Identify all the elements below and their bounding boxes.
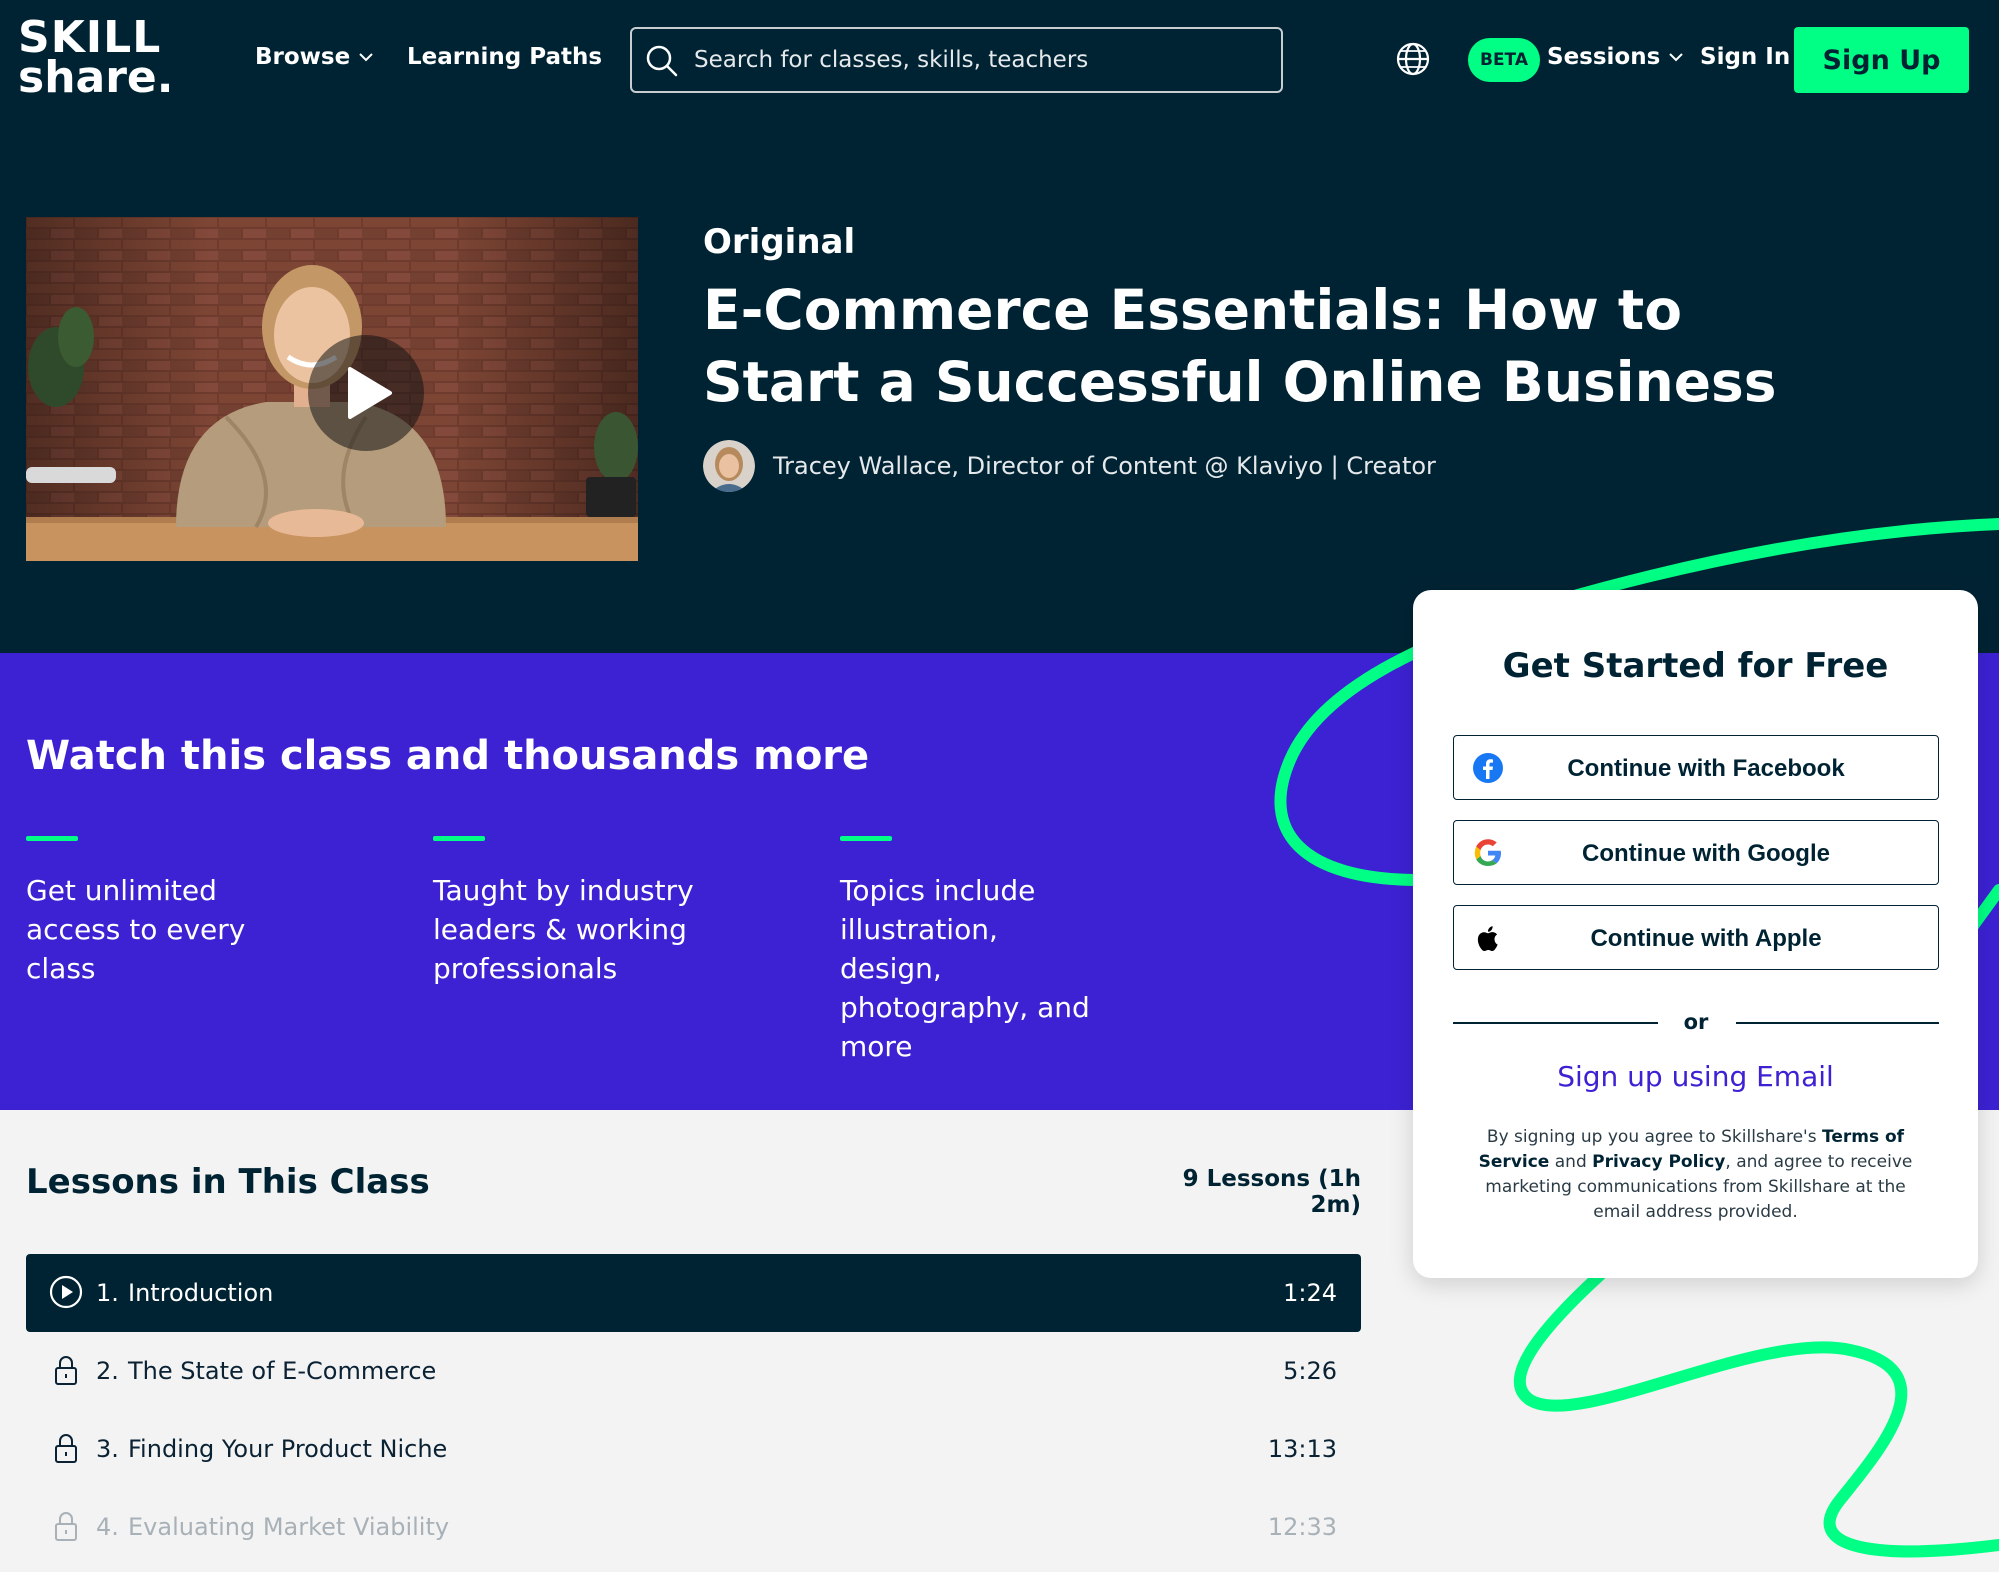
lesson-name: Finding Your Product Niche xyxy=(128,1435,448,1463)
chevron-down-icon xyxy=(359,53,373,62)
feature-item: Get unlimited access to every class xyxy=(26,836,356,988)
lesson-duration: 5:26 xyxy=(1283,1357,1337,1385)
legal-and: and xyxy=(1549,1152,1593,1172)
sessions-menu[interactable]: Sessions xyxy=(1547,44,1684,70)
sign-in-link[interactable]: Sign In xyxy=(1700,44,1790,70)
feature-item: Topics include illustration, design, pho… xyxy=(840,836,1170,1066)
search-icon xyxy=(646,45,678,77)
feature-accent-bar xyxy=(433,836,485,841)
lock-icon xyxy=(55,1512,77,1541)
feature-text: Taught by industry leaders & working pro… xyxy=(433,874,694,985)
class-title: E-Commerce Essentials: How to Start a Su… xyxy=(703,278,1777,414)
lesson-row[interactable]: 3. Finding Your Product Niche 13:13 xyxy=(26,1410,1361,1488)
lesson-row[interactable]: 4. Evaluating Market Viability 12:33 xyxy=(26,1488,1361,1566)
lesson-name: The State of E-Commerce xyxy=(128,1357,437,1385)
teacher-avatar[interactable] xyxy=(703,440,755,492)
lessons-title: Lessons in This Class xyxy=(26,1162,430,1202)
continue-with-apple-button[interactable]: Continue with Apple xyxy=(1453,905,1939,970)
learning-paths-link[interactable]: Learning Paths xyxy=(407,44,602,70)
sign-up-with-email-link[interactable]: Sign up using Email xyxy=(1413,1060,1978,1093)
lesson-duration: 13:13 xyxy=(1267,1435,1337,1463)
feature-text: Get unlimited access to every class xyxy=(26,874,246,985)
or-divider: or xyxy=(1453,1010,1939,1034)
play-video-button[interactable] xyxy=(308,335,424,451)
google-button-label: Continue with Google xyxy=(1582,840,1830,867)
lesson-row[interactable]: 2. The State of E-Commerce 5:26 xyxy=(26,1332,1361,1410)
globe-icon[interactable] xyxy=(1394,40,1432,78)
class-trailer-video[interactable] xyxy=(26,217,638,561)
signup-card: Get Started for Free Continue with Faceb… xyxy=(1413,590,1978,1278)
search-box[interactable] xyxy=(630,27,1283,93)
play-icon xyxy=(348,367,392,419)
feature-text: Topics include illustration, design, pho… xyxy=(840,874,1090,1063)
feature-accent-bar xyxy=(26,836,78,841)
play-circle-icon xyxy=(49,1275,83,1309)
sessions-label: Sessions xyxy=(1547,44,1661,70)
lesson-duration: 1:24 xyxy=(1283,1279,1337,1307)
lesson-number: 3. xyxy=(96,1435,119,1463)
lesson-number: 1. xyxy=(96,1279,119,1307)
privacy-policy-link[interactable]: Privacy Policy xyxy=(1592,1152,1725,1172)
sign-up-button[interactable]: Sign Up xyxy=(1794,27,1969,93)
logo-text-line2: share. xyxy=(18,52,174,103)
browse-label: Browse xyxy=(255,44,351,70)
lock-icon xyxy=(55,1356,77,1385)
chevron-down-icon xyxy=(1669,53,1684,62)
original-label: Original xyxy=(703,222,856,262)
skillshare-logo[interactable]: SKILL share. xyxy=(18,16,193,108)
lesson-name: Evaluating Market Viability xyxy=(128,1513,450,1541)
continue-with-google-button[interactable]: Continue with Google xyxy=(1453,820,1939,885)
lock-icon xyxy=(55,1434,77,1463)
teacher-name[interactable]: Tracey Wallace, Director of Content @ Kl… xyxy=(773,452,1436,480)
search-input[interactable] xyxy=(694,29,1274,91)
signup-card-title: Get Started for Free xyxy=(1502,646,1889,686)
facebook-button-label: Continue with Facebook xyxy=(1567,755,1845,782)
feature-item: Taught by industry leaders & working pro… xyxy=(433,836,763,988)
lesson-name: Introduction xyxy=(128,1279,274,1307)
feature-accent-bar xyxy=(840,836,892,841)
continue-with-facebook-button[interactable]: Continue with Facebook xyxy=(1453,735,1939,800)
lesson-duration: 12:33 xyxy=(1267,1513,1337,1541)
browse-menu[interactable]: Browse xyxy=(255,44,374,70)
lesson-row[interactable]: 1. Introduction 1:24 xyxy=(26,1254,1361,1332)
promo-title: Watch this class and thousands more xyxy=(26,733,870,779)
divider-line-right xyxy=(1736,1022,1939,1024)
apple-button-label: Continue with Apple xyxy=(1590,925,1822,952)
lessons-count: 9 Lessons (1h 2m) xyxy=(1182,1166,1361,1218)
teacher-info[interactable]: Tracey Wallace, Director of Content @ Kl… xyxy=(703,440,1436,492)
legal-disclaimer: By signing up you agree to Skillshare's … xyxy=(1463,1125,1928,1225)
legal-prefix: By signing up you agree to Skillshare's xyxy=(1486,1127,1822,1147)
beta-badge: BETA xyxy=(1468,38,1540,82)
lesson-number: 2. xyxy=(96,1357,119,1385)
lesson-number: 4. xyxy=(96,1513,119,1541)
top-nav: SKILL share. Browse Learning Paths BETA … xyxy=(0,0,1999,122)
